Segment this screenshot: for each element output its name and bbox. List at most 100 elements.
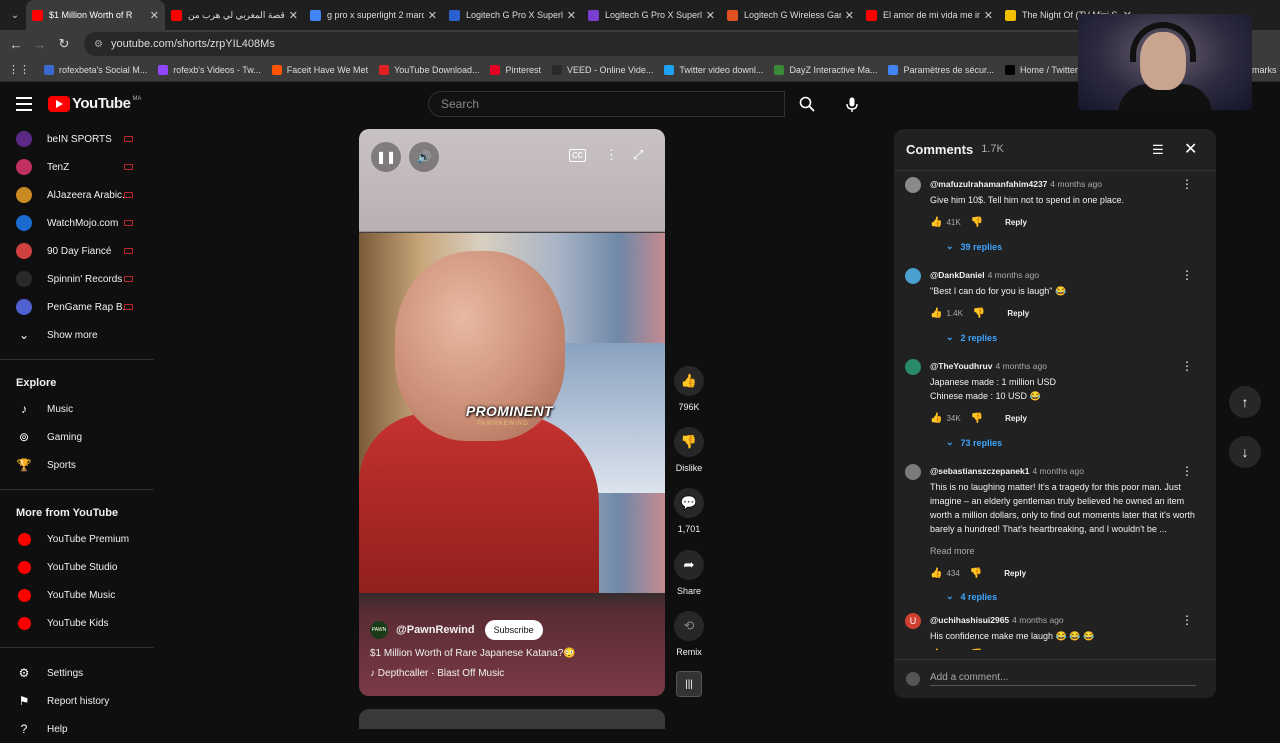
sidebar-item-subscription[interactable]: Spinnin' Records [0,265,154,293]
bookmark-item[interactable]: rofexb's Videos - Tw... [158,64,261,75]
more-options-icon[interactable]: ⋮ [1181,177,1193,191]
share-button[interactable]: ➦ Share [672,550,706,596]
read-more-link[interactable]: Read more [930,546,975,556]
more-options-icon[interactable]: ⋮ [1181,613,1193,627]
sidebar-item-more[interactable]: YouTube Studio [0,553,154,581]
more-options-icon[interactable]: ⋮ [1181,268,1193,282]
sidebar-item-explore[interactable]: ⊚ Gaming [0,423,154,451]
sidebar-item-settings[interactable]: ⚑ Report history [0,687,154,715]
bookmark-item[interactable]: Home / Twitter [1005,64,1078,75]
avatar[interactable] [905,268,921,284]
sidebar-item-subscription[interactable]: WatchMojo.com [0,209,154,237]
forward-arrow-icon[interactable]: → [28,37,52,52]
comment-author[interactable]: @sebastianszczepanek1 4 months ago [930,466,1084,476]
reload-icon[interactable]: ↻ [52,36,76,52]
comments-button[interactable]: 💬 1,701 [672,488,706,534]
view-replies-button[interactable]: ⌄ 2 replies [946,332,997,343]
address-bar[interactable]: ⚙ youtube.com/shorts/zrpYIL408Ms [84,32,1234,56]
thumbs-down-icon[interactable]: 👎 [971,217,983,228]
browser-tab[interactable]: El amor de mi vida me in ✕ [860,0,999,30]
view-replies-button[interactable]: ⌄ 39 replies [946,241,1002,252]
next-short-button[interactable]: ↓ [1229,436,1261,468]
sound-button[interactable]: ||| [672,671,706,697]
sidebar-item-explore[interactable]: 🏆 Sports [0,451,154,479]
fullscreen-icon[interactable]: ⤢ [633,147,643,163]
close-icon[interactable]: ✕ [1184,139,1197,159]
close-icon[interactable]: ✕ [150,9,159,22]
close-icon[interactable]: ✕ [289,9,298,22]
sidebar-item-more[interactable]: YouTube Kids [0,609,154,637]
sidebar-item-subscription[interactable]: beIN SPORTS [0,125,154,153]
bookmark-item[interactable]: YouTube Download... [379,64,479,75]
more-options-icon[interactable]: ⋮ [605,147,618,163]
sidebar-item-settings[interactable]: ⚙ Settings [0,659,154,687]
view-replies-button[interactable]: ⌄ 4 replies [946,591,997,602]
bookmark-item[interactable]: Twitter video downl... [664,64,763,75]
more-options-icon[interactable]: ⋮ [1181,464,1193,478]
comment-username[interactable]: @TheYoudhruv [930,361,992,371]
pause-button[interactable]: ❚❚ [371,142,401,172]
short-music-link[interactable]: ♪ Depthcaller · Blast Off Music [370,668,504,679]
reply-button[interactable]: Reply [1005,414,1027,423]
avatar[interactable]: U [905,613,921,629]
browser-tab[interactable]: $1 Million Worth of R ✕ [26,0,165,30]
close-icon[interactable]: ✕ [845,9,854,22]
comment-author[interactable]: @TheYoudhruv 4 months ago [930,361,1047,371]
youtube-logo[interactable]: YouTube MA [48,95,141,112]
add-comment-input[interactable]: Add a comment... [930,672,1196,686]
sidebar-item-more[interactable]: YouTube Premium [0,525,154,553]
thumbs-up-icon[interactable]: 👍 [930,649,942,650]
channel-name[interactable]: @PawnRewind [396,624,475,636]
bookmark-item[interactable]: rofexbeta's Social M... [44,64,147,75]
bookmark-item[interactable]: Paramètres de sécur... [888,64,994,75]
bookmark-item[interactable]: VEED - Online Vide... [552,64,653,75]
comment-author[interactable]: @DankDaniel 4 months ago [930,270,1039,280]
comment-username[interactable]: @uchihashisui2965 [930,615,1009,625]
thumbs-up-icon[interactable]: 👍 [930,568,942,579]
close-icon[interactable]: ✕ [706,9,715,22]
like-button[interactable]: 👍 796K [672,366,706,412]
avatar[interactable] [905,359,921,375]
remix-button[interactable]: ⟲ Remix [672,611,706,657]
next-short-preview[interactable] [359,709,665,729]
browser-tab[interactable]: g pro x superlight 2 marc ✕ [304,0,443,30]
tab-search-dropdown-icon[interactable]: ⌄ [4,4,26,26]
short-video-player[interactable]: ❚❚ 🔊 cc ⋮ ⤢ PROMINENT PAWNREWIND [359,129,665,696]
browser-tab[interactable]: قصة المغربي لي هرب من ✕ [165,0,304,30]
close-icon[interactable]: ✕ [428,9,437,22]
comment-username[interactable]: @DankDaniel [930,270,985,280]
thumbs-up-icon[interactable]: 👍 [930,217,942,228]
bookmarks-overflow[interactable]: marks [1252,65,1277,75]
reply-button[interactable]: Reply [1005,218,1027,227]
view-replies-button[interactable]: ⌄ 73 replies [946,437,1002,448]
more-options-icon[interactable]: ⋮ [1181,359,1193,373]
menu-icon[interactable] [16,97,32,115]
sidebar-item-subscription[interactable]: AlJazeera Arabic... [0,181,154,209]
thumbs-up-icon[interactable]: 👍 [930,413,942,424]
site-info-icon[interactable]: ⚙ [94,39,103,50]
close-icon[interactable]: ✕ [567,9,576,22]
thumbs-up-icon[interactable]: 👍 [930,308,942,319]
captions-icon[interactable]: cc [569,149,586,162]
comment-username[interactable]: @sebastianszczepanek1 [930,466,1029,476]
apps-grid-icon[interactable]: ⋮⋮ [8,63,30,76]
thumbs-down-icon[interactable]: 👎 [973,308,985,319]
bookmark-item[interactable]: Faceit Have We Met [271,64,368,75]
sidebar-show-more[interactable]: ⌄ Show more [0,321,154,349]
back-arrow-icon[interactable]: ← [4,37,28,52]
channel-avatar[interactable]: PAWN [370,621,388,639]
comment-username[interactable]: @mafuzulrahamanfahim4237 [930,179,1047,189]
sidebar-item-subscription[interactable]: PenGame Rap B... [0,293,154,321]
reply-button[interactable]: Reply [1004,569,1026,578]
sidebar-item-explore[interactable]: ♪ Music [0,395,154,423]
sidebar-item-subscription[interactable]: TenZ [0,153,154,181]
sort-icon[interactable]: ☰ [1152,142,1164,158]
sidebar-item-settings[interactable]: ? Help [0,715,154,743]
browser-tab[interactable]: Logitech G Wireless Gam ✕ [721,0,860,30]
short-title[interactable]: $1 Million Worth of Rare Japanese Katana… [370,648,576,659]
avatar[interactable] [905,177,921,193]
sidebar-item-more[interactable]: YouTube Music [0,581,154,609]
browser-tab[interactable]: Logitech G Pro X Superlig ✕ [582,0,721,30]
search-button[interactable] [785,91,829,117]
thumbs-down-icon[interactable]: 👎 [970,568,982,579]
